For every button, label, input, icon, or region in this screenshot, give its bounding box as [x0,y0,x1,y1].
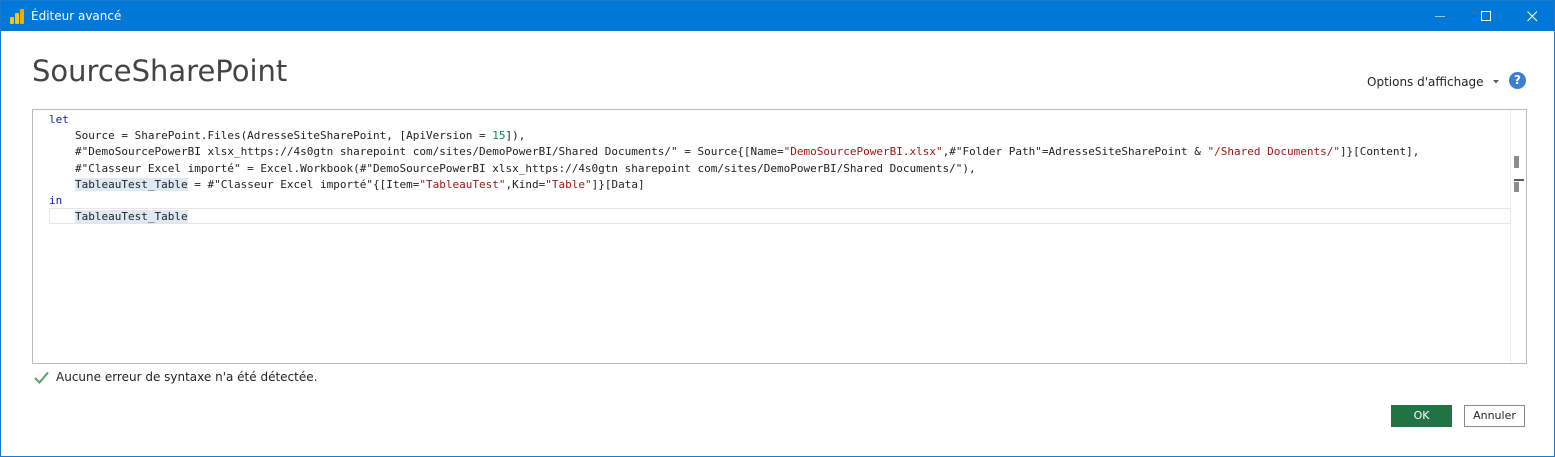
title-bar[interactable]: Éditeur avancé [1,1,1554,31]
code-token: ]), [505,129,526,142]
code-line[interactable]: #"DemoSourcePowerBI xlsx_https://4s0gtn … [49,144,1419,160]
code-line[interactable]: TableauTest_Table [49,209,188,225]
syntax-status-text: Aucune erreur de syntaxe n'a été détecté… [56,370,318,384]
scroll-position-marker [1514,179,1524,181]
view-options-label: Options d'affichage [1367,75,1484,89]
maximize-icon [1481,11,1491,21]
cancel-button[interactable]: Annuler [1464,405,1525,427]
code-token: Source = SharePoint.Files(AdresseSiteSha… [75,129,493,142]
view-options-dropdown[interactable]: Options d'affichage [1367,73,1499,91]
code-token: in [49,194,63,207]
code-line[interactable]: #"Classeur Excel importé" = Excel.Workbo… [49,161,976,177]
code-token: let [49,113,69,126]
code-line[interactable]: Source = SharePoint.Files(AdresseSiteSha… [49,128,525,144]
code-token: TableauTest_Table [75,210,188,223]
code-token: #"Classeur Excel importé" = Excel.Workbo… [75,162,976,175]
code-line[interactable]: in [49,193,62,209]
code-token: #"DemoSourcePowerBI xlsx_https://4s0gtn … [75,145,784,158]
code-area[interactable]: let Source = SharePoint.Files(AdresseSite… [49,110,1511,363]
ok-button[interactable]: OK [1391,405,1452,427]
close-icon [1527,11,1538,22]
power-bi-icon [10,9,24,24]
help-icon[interactable]: ? [1509,72,1526,89]
code-token: TableauTest_Table [75,178,188,191]
window-title: Éditeur avancé [31,9,122,23]
minimize-button[interactable] [1417,1,1463,31]
code-token: ]}[Content], [1339,145,1420,158]
scroll-marker [1514,182,1519,192]
code-token: 15 [492,129,506,142]
code-token: ]}[Data] [591,178,645,191]
code-token: ,Kind= [505,178,546,191]
advanced-editor-window: Éditeur avancé SourceSharePoint Options … [0,0,1555,457]
code-token: "Table" [545,178,592,191]
scroll-marker [1514,156,1519,168]
code-token: = #"Classeur Excel importé"{[Item= [187,178,420,191]
code-token: "/Shared Documents/" [1207,145,1340,158]
code-line[interactable]: TableauTest_Table = #"Classeur Excel imp… [49,177,645,193]
close-button[interactable] [1509,1,1555,31]
vertical-scrollbar[interactable] [1510,110,1526,363]
code-token: "TableauTest" [419,178,506,191]
maximize-button[interactable] [1463,1,1509,31]
chevron-down-icon [1492,80,1499,84]
code-token: ,#"Folder Path"=AdresseSiteSharePoint & [942,145,1208,158]
code-editor[interactable]: let Source = SharePoint.Files(AdresseSite… [32,109,1527,364]
syntax-status: Aucune erreur de syntaxe n'a été détecté… [34,368,317,386]
editor-gutter [33,110,49,363]
query-name-title: SourceSharePoint [32,54,288,88]
checkmark-icon [34,371,49,384]
code-token: "DemoSourcePowerBI.xlsx" [783,145,943,158]
code-line[interactable]: let [49,112,69,128]
minimize-icon [1435,16,1445,17]
